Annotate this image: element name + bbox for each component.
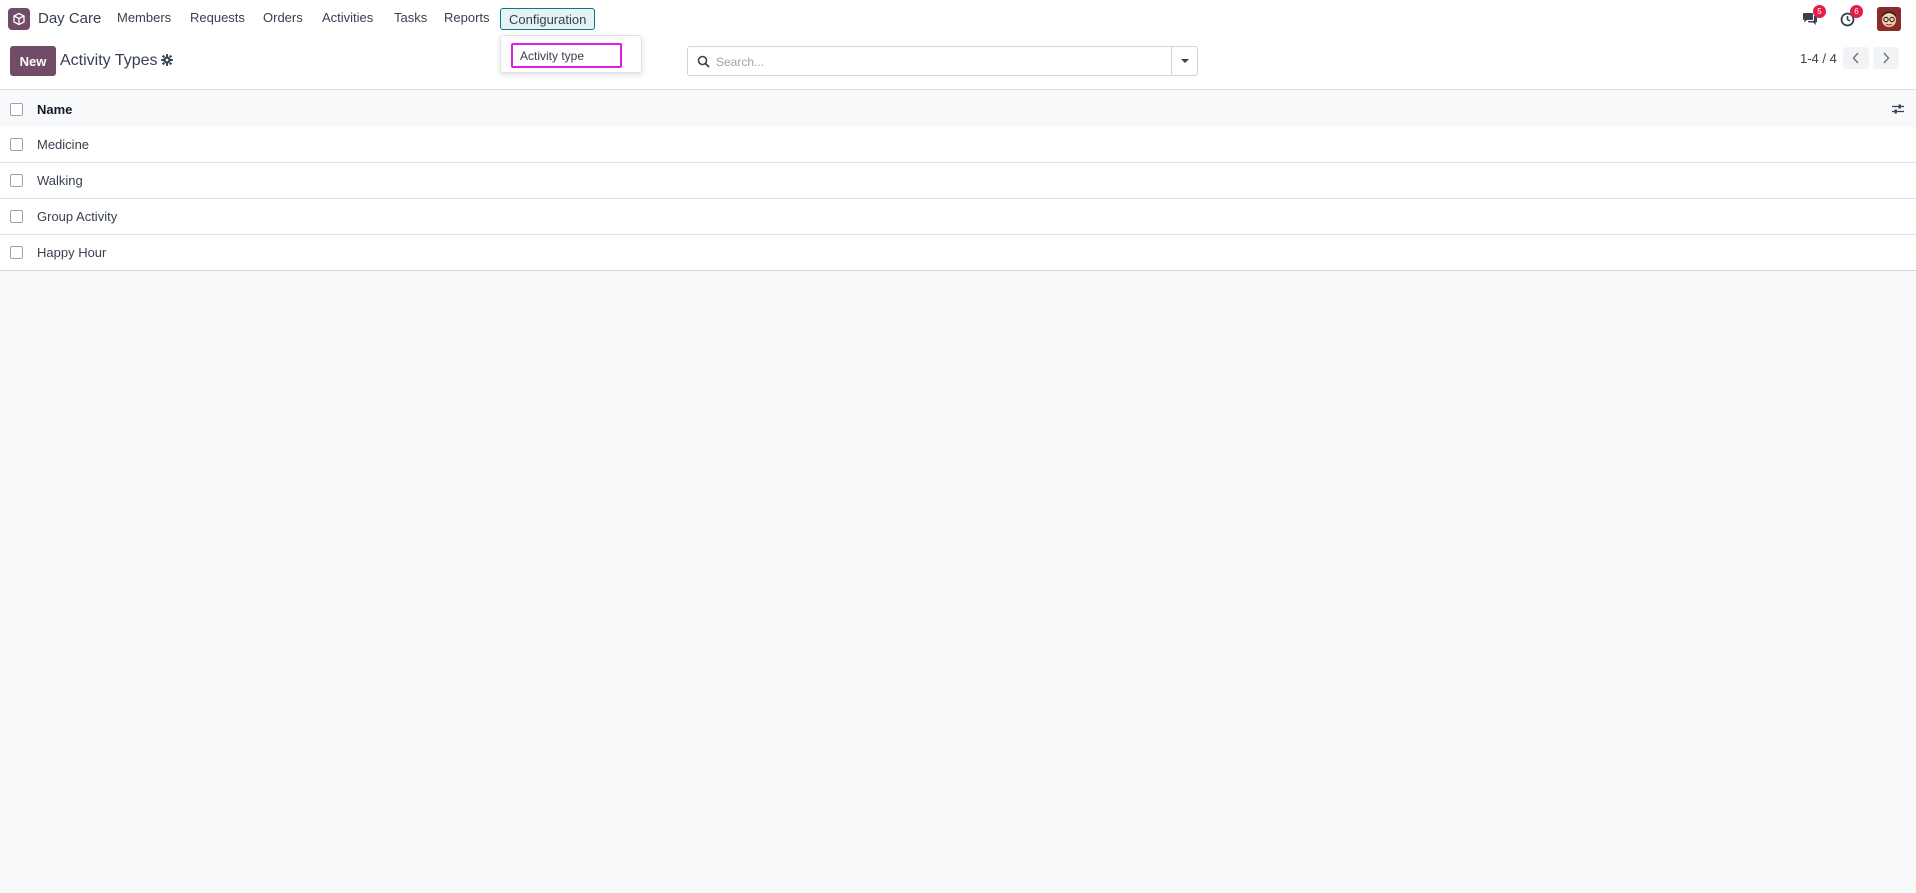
row-checkbox[interactable]	[10, 174, 23, 187]
messages-button[interactable]: 5	[1800, 5, 1826, 28]
pager-value[interactable]: 1-4 / 4	[1800, 51, 1837, 66]
pager-next-button[interactable]	[1873, 47, 1899, 69]
new-button[interactable]: New	[10, 46, 56, 76]
row-checkbox[interactable]	[10, 246, 23, 259]
activities-button[interactable]: 6	[1837, 5, 1863, 28]
menu-activities[interactable]: Activities	[322, 10, 373, 25]
row-name[interactable]: Walking	[37, 173, 83, 188]
row-name[interactable]: Group Activity	[37, 209, 117, 224]
gear-icon[interactable]	[161, 54, 173, 66]
app-name[interactable]: Day Care	[38, 10, 101, 27]
menu-reports[interactable]: Reports	[444, 10, 490, 25]
control-panel: New Activity Types 1-4 / 4	[0, 37, 1916, 90]
table-row[interactable]: Happy Hour	[0, 235, 1916, 271]
search-input[interactable]	[716, 52, 1156, 71]
chevron-right-icon	[1883, 52, 1890, 64]
search-options-toggle[interactable]	[1171, 47, 1197, 75]
menu-members[interactable]: Members	[117, 10, 171, 25]
app-logo-icon[interactable]	[8, 8, 30, 30]
search-box	[687, 46, 1198, 76]
configuration-dropdown: Activity type	[500, 35, 642, 73]
dropdown-item-activity-type[interactable]: Activity type	[511, 43, 622, 68]
menu-requests[interactable]: Requests	[190, 10, 245, 25]
pager-previous-button[interactable]	[1843, 47, 1869, 69]
menu-orders[interactable]: Orders	[263, 10, 303, 25]
menu-tasks[interactable]: Tasks	[394, 10, 427, 25]
chevron-left-icon	[1852, 52, 1859, 64]
row-checkbox[interactable]	[10, 138, 23, 151]
table-row[interactable]: Walking	[0, 163, 1916, 199]
search-icon	[697, 55, 710, 68]
table-row[interactable]: Medicine	[0, 127, 1916, 163]
caret-down-icon	[1180, 59, 1189, 63]
table-row[interactable]: Group Activity	[0, 199, 1916, 235]
select-all-checkbox[interactable]	[10, 102, 23, 116]
top-navbar: Day Care Members Requests Orders Activit…	[0, 0, 1916, 37]
activities-badge: 6	[1850, 5, 1863, 18]
row-name[interactable]: Medicine	[37, 137, 89, 152]
optional-columns-icon[interactable]	[1891, 103, 1905, 115]
user-avatar[interactable]	[1877, 7, 1901, 31]
menu-configuration[interactable]: Configuration	[500, 8, 596, 30]
messages-badge: 5	[1813, 5, 1826, 18]
page-title: Activity Types	[60, 52, 158, 69]
row-checkbox[interactable]	[10, 210, 23, 223]
list-header: Name	[0, 91, 1916, 127]
row-name[interactable]: Happy Hour	[37, 245, 106, 260]
column-header-name[interactable]: Name	[37, 102, 72, 117]
activity-types-list: Name Medicine Walking Group Activity Hap…	[0, 91, 1916, 271]
